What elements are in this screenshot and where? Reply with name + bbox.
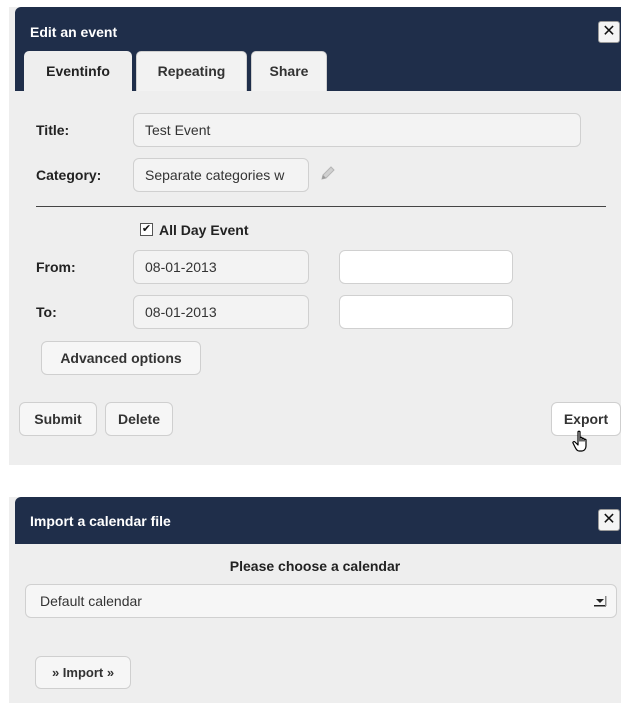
tab-share[interactable]: Share (251, 51, 327, 91)
dropdown-arrow-icon[interactable] (593, 594, 607, 608)
hand-cursor-icon (572, 430, 587, 452)
divider (36, 206, 606, 207)
import-titlebar[interactable]: Import a calendar file ✕ (15, 497, 621, 544)
title-input[interactable]: Test Event (133, 113, 581, 147)
category-input[interactable]: Separate categories w (133, 158, 309, 192)
edit-event-dialog: Edit an event ✕ Eventinfo Repeating Shar… (9, 7, 621, 465)
to-time-input[interactable] (339, 295, 513, 329)
from-date-input[interactable]: 08-01-2013 (133, 250, 309, 284)
choose-calendar-label: Please choose a calendar (229, 558, 401, 574)
import-calendar-dialog: Import a calendar file ✕ Please choose a… (9, 497, 621, 703)
to-label: To: (36, 304, 57, 320)
calendar-select-value: Default calendar (40, 593, 142, 609)
category-label: Category: (36, 167, 102, 183)
tab-repeating[interactable]: Repeating (136, 51, 247, 91)
edit-event-titlebar[interactable]: Edit an event ✕ Eventinfo Repeating Shar… (15, 7, 621, 91)
from-label: From: (36, 259, 76, 275)
advanced-options-button[interactable]: Advanced options (41, 341, 201, 375)
dialog-title: Edit an event (30, 24, 118, 40)
tab-eventinfo[interactable]: Eventinfo (24, 51, 132, 91)
from-time-input[interactable] (339, 250, 513, 284)
submit-button[interactable]: Submit (19, 402, 97, 436)
close-icon[interactable]: ✕ (598, 21, 620, 43)
import-button[interactable]: » Import » (35, 656, 131, 689)
all-day-checkbox[interactable]: ✔ (140, 223, 153, 236)
pencil-icon[interactable] (320, 165, 336, 181)
all-day-label: All Day Event (159, 222, 249, 238)
delete-button[interactable]: Delete (105, 402, 173, 436)
calendar-select[interactable]: Default calendar (25, 584, 617, 618)
close-icon[interactable]: ✕ (598, 509, 620, 531)
to-date-input[interactable]: 08-01-2013 (133, 295, 309, 329)
dialog-title: Import a calendar file (30, 513, 171, 529)
title-label: Title: (36, 122, 70, 138)
